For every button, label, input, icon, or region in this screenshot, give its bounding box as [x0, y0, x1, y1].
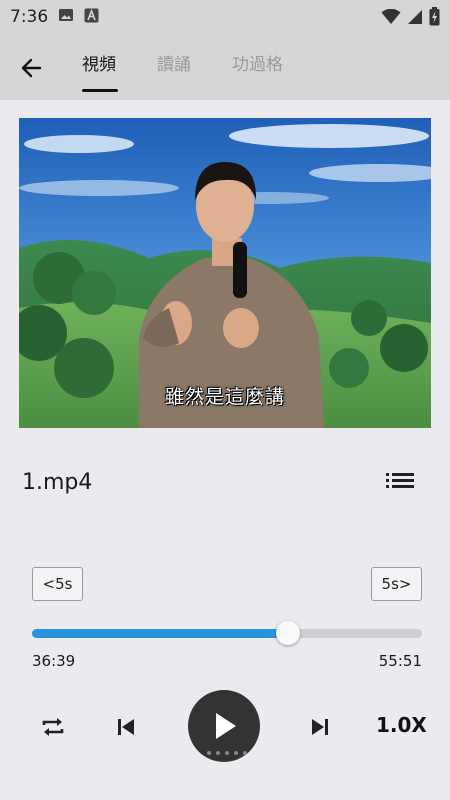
- page-indicator-dots: [207, 751, 247, 755]
- tab-merit-ledger[interactable]: 功過格: [232, 50, 283, 75]
- tab-recite[interactable]: 讀誦: [157, 50, 191, 75]
- next-button[interactable]: [306, 713, 334, 741]
- video-subtitle: 雖然是這麼講: [164, 386, 285, 408]
- a-icon: [84, 8, 99, 27]
- progress-slider[interactable]: [32, 621, 422, 645]
- previous-button[interactable]: [112, 713, 140, 741]
- signal-icon: [407, 9, 423, 29]
- arrow-left-icon: [21, 58, 42, 78]
- wifi-icon: [381, 8, 401, 29]
- status-time: 7:36: [10, 7, 49, 27]
- repeat-icon: [42, 718, 64, 736]
- progress-fill: [32, 629, 288, 638]
- status-bar: 7:36: [0, 0, 450, 34]
- video-player[interactable]: 雖然是這麼講: [19, 118, 431, 428]
- tab-video[interactable]: 視頻: [82, 50, 116, 75]
- progress-thumb[interactable]: [275, 621, 300, 645]
- total-time: 55:51: [378, 652, 422, 670]
- back-button[interactable]: [18, 54, 46, 82]
- play-icon: [216, 713, 236, 739]
- image-icon: [58, 7, 74, 27]
- repeat-button[interactable]: [38, 712, 68, 742]
- battery-charging-icon: [429, 7, 440, 30]
- forward-5s-button[interactable]: 5s>: [371, 567, 422, 601]
- playback-speed-button[interactable]: 1.0X: [376, 713, 427, 737]
- skip-previous-icon: [118, 719, 134, 735]
- playlist-button[interactable]: [386, 470, 414, 492]
- rewind-5s-button[interactable]: <5s: [32, 567, 83, 601]
- app-bar: 視頻 讀誦 功過格: [0, 34, 450, 100]
- tab-indicator: [82, 89, 118, 92]
- playlist-icon: [386, 473, 414, 488]
- skip-next-icon: [312, 719, 328, 735]
- current-time: 36:39: [32, 652, 76, 670]
- file-name: 1.mp4: [22, 470, 93, 495]
